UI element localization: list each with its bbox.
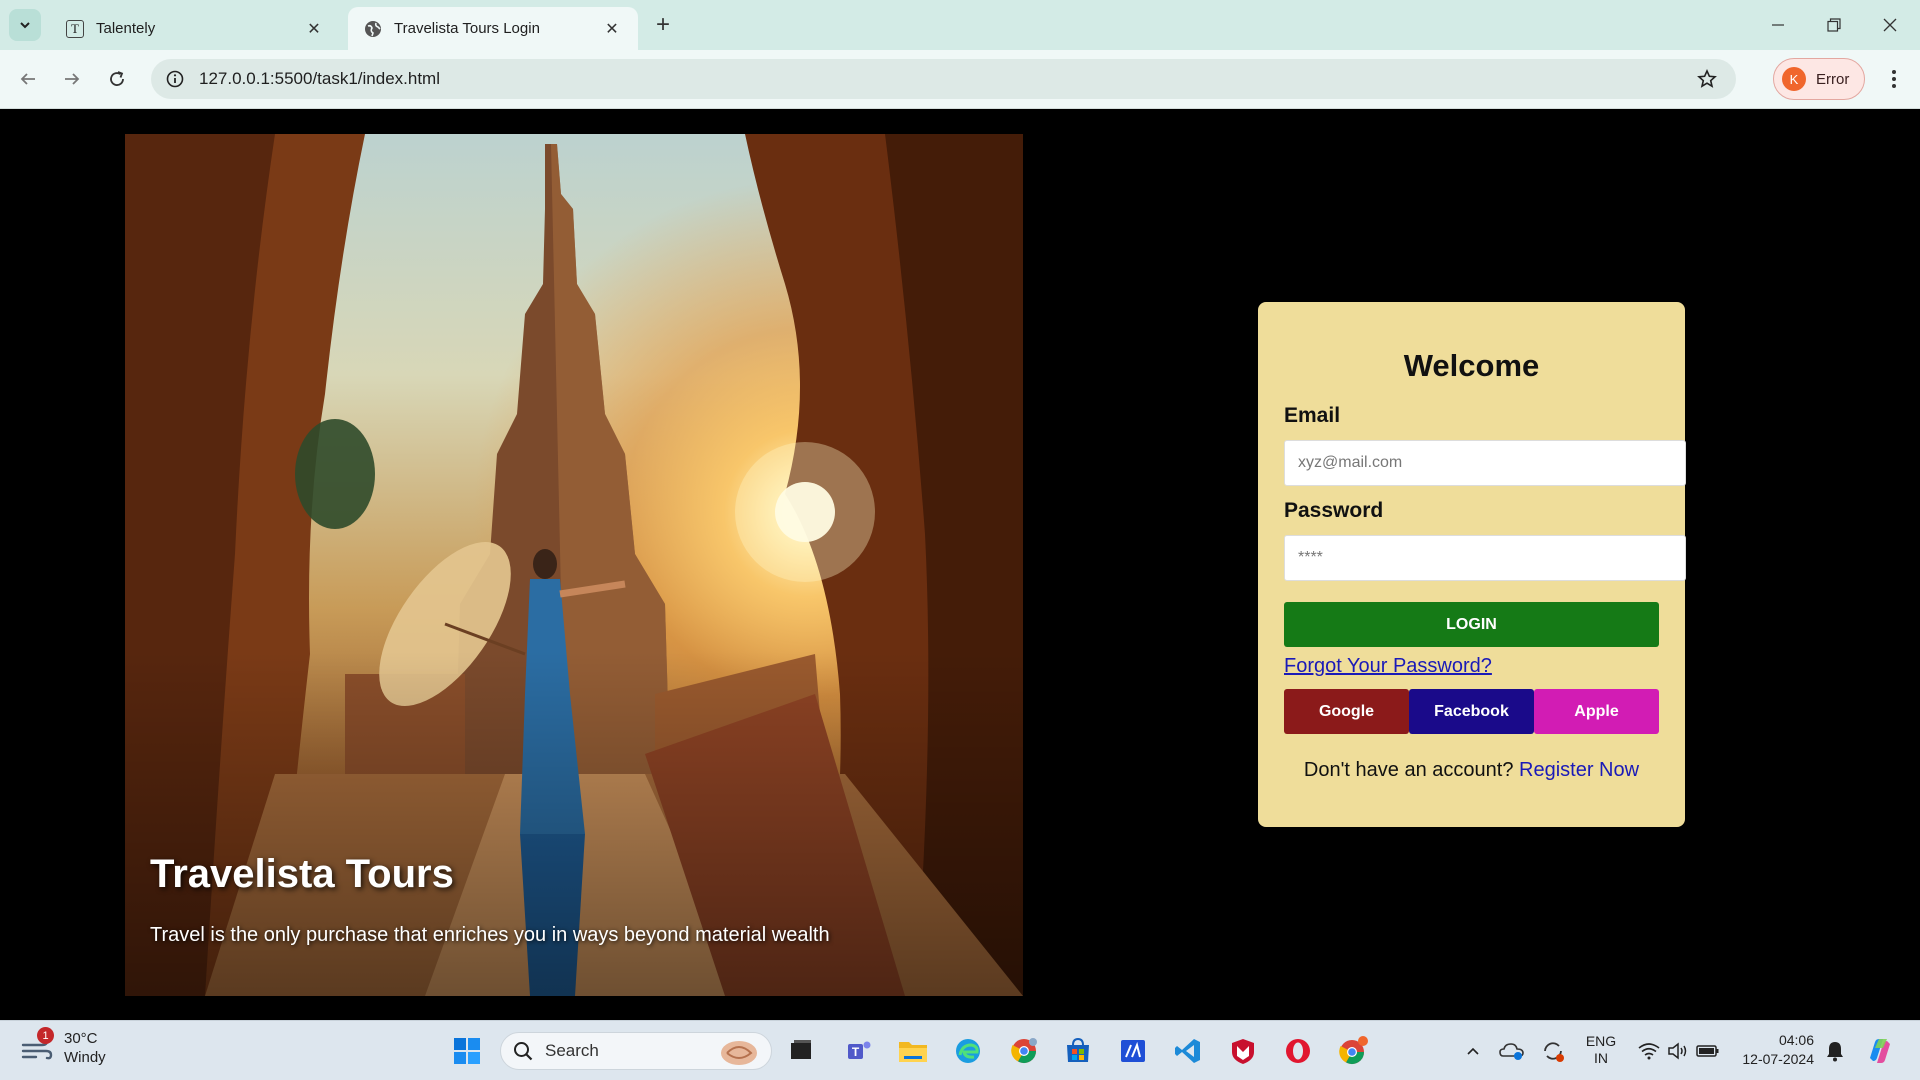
tab-title: Talentely — [96, 20, 156, 37]
browser-tab-strip: T Talentely ✕ Travelista Tours Login ✕ + — [0, 0, 1920, 50]
opera-icon[interactable] — [1280, 1033, 1316, 1069]
wind-weather-icon: 1 — [20, 1027, 54, 1065]
hero-image: Travelista Tours Travel is the only purc… — [125, 134, 1023, 996]
bookmark-star-icon[interactable] — [1692, 64, 1722, 94]
login-button[interactable]: LOGIN — [1284, 602, 1659, 647]
restore-icon[interactable] — [1806, 0, 1862, 50]
teams-icon[interactable]: T — [841, 1033, 877, 1069]
sync-icon[interactable] — [1535, 1033, 1571, 1069]
file-explorer-icon[interactable] — [895, 1033, 931, 1069]
tab-search-button[interactable] — [9, 9, 41, 41]
weather-badge: 1 — [37, 1027, 54, 1044]
windows-start-icon[interactable] — [449, 1033, 485, 1069]
apple-login-button[interactable]: Apple — [1534, 689, 1659, 734]
search-highlight-shell-icon — [717, 1037, 759, 1072]
battery-icon[interactable] — [1690, 1033, 1726, 1069]
task-view-icon[interactable] — [783, 1033, 819, 1069]
password-label: Password — [1284, 499, 1384, 522]
welcome-heading: Welcome — [1403, 348, 1540, 383]
address-bar[interactable]: 127.0.0.1:5500/task1/index.html — [151, 59, 1736, 99]
windows-taskbar: 1 30°C Windy Search T ENG IN 04:06 12-07… — [0, 1020, 1920, 1080]
register-now-link[interactable]: Register Now — [1519, 759, 1639, 781]
google-login-button[interactable]: Google — [1284, 689, 1409, 734]
site-info-icon[interactable] — [163, 67, 187, 91]
vscode-icon[interactable] — [1170, 1033, 1206, 1069]
favicon-letter: T — [66, 19, 84, 38]
globe-icon — [364, 20, 382, 38]
chevron-down-icon — [20, 22, 30, 29]
clock-time: 04:06 — [1778, 1032, 1814, 1048]
facebook-login-button[interactable]: Facebook — [1409, 689, 1534, 734]
profile-status-label: Error — [1816, 70, 1850, 88]
close-window-icon[interactable] — [1862, 0, 1918, 50]
code-editor-icon[interactable] — [1115, 1033, 1151, 1069]
email-field[interactable] — [1284, 440, 1686, 486]
password-field[interactable] — [1284, 535, 1686, 581]
avatar: K — [1782, 67, 1806, 91]
browser-toolbar: 127.0.0.1:5500/task1/index.html K Error — [0, 50, 1920, 109]
forward-arrow-icon[interactable] — [56, 63, 88, 95]
taskbar-search-box[interactable]: Search — [500, 1032, 772, 1070]
svg-text:T: T — [852, 1045, 860, 1059]
tab-talentely[interactable]: T Talentely ✕ — [50, 7, 340, 50]
reload-icon[interactable] — [101, 63, 133, 95]
copilot-icon[interactable] — [1862, 1033, 1898, 1069]
new-tab-plus-icon[interactable]: + — [650, 11, 676, 38]
close-tab-icon[interactable]: ✕ — [304, 19, 324, 39]
register-prompt-text: Don't have an account? — [1303, 759, 1514, 781]
microsoft-store-icon[interactable] — [1060, 1033, 1096, 1069]
chrome-profile-icon[interactable] — [1006, 1033, 1042, 1069]
page-content: Travelista Tours Travel is the only purc… — [0, 109, 1920, 1020]
tab-title: Travelista Tours Login — [394, 20, 540, 37]
language-code: ENG — [1585, 1033, 1617, 1049]
talentely-favicon-icon: T — [66, 19, 84, 38]
tab-travelista-login[interactable]: Travelista Tours Login ✕ — [348, 7, 638, 50]
onedrive-icon[interactable] — [1494, 1033, 1530, 1069]
hero-title: Travelista Tours — [150, 852, 454, 896]
forgot-password-link[interactable]: Forgot Your Password? — [1284, 655, 1492, 678]
weather-temp: 30°C — [64, 1030, 98, 1047]
weather-widget[interactable]: 1 30°C Windy — [20, 1027, 106, 1067]
hero-tagline: Travel is the only purchase that enriche… — [150, 924, 830, 946]
notification-bell-icon[interactable] — [1817, 1033, 1853, 1069]
show-hidden-icons-chevron-up-icon[interactable] — [1455, 1033, 1491, 1069]
clock-date: 12-07-2024 — [1742, 1051, 1814, 1067]
chrome-active-icon[interactable] — [1335, 1033, 1371, 1069]
weather-text: 30°C Windy — [64, 1029, 106, 1067]
close-tab-icon[interactable]: ✕ — [602, 19, 622, 39]
url-text: 127.0.0.1:5500/task1/index.html — [199, 69, 440, 88]
edge-icon[interactable] — [950, 1033, 986, 1069]
login-card: Welcome Email Password LOGIN Forgot Your… — [1258, 302, 1686, 827]
minimize-icon[interactable] — [1750, 0, 1806, 50]
email-label: Email — [1284, 404, 1341, 427]
weather-condition: Windy — [64, 1049, 106, 1066]
more-menu-icon[interactable] — [1880, 63, 1908, 95]
back-arrow-icon[interactable] — [12, 63, 44, 95]
search-icon — [514, 1042, 533, 1061]
register-prompt: Don't have an account? Register Now — [1258, 759, 1685, 782]
clock[interactable]: 04:06 12-07-2024 — [1738, 1031, 1814, 1069]
profile-button[interactable]: K Error — [1773, 58, 1865, 100]
search-label: Search — [545, 1041, 599, 1060]
region-code: IN — [1594, 1050, 1608, 1066]
language-indicator[interactable]: ENG IN — [1583, 1033, 1619, 1067]
mcafee-icon[interactable] — [1225, 1033, 1261, 1069]
